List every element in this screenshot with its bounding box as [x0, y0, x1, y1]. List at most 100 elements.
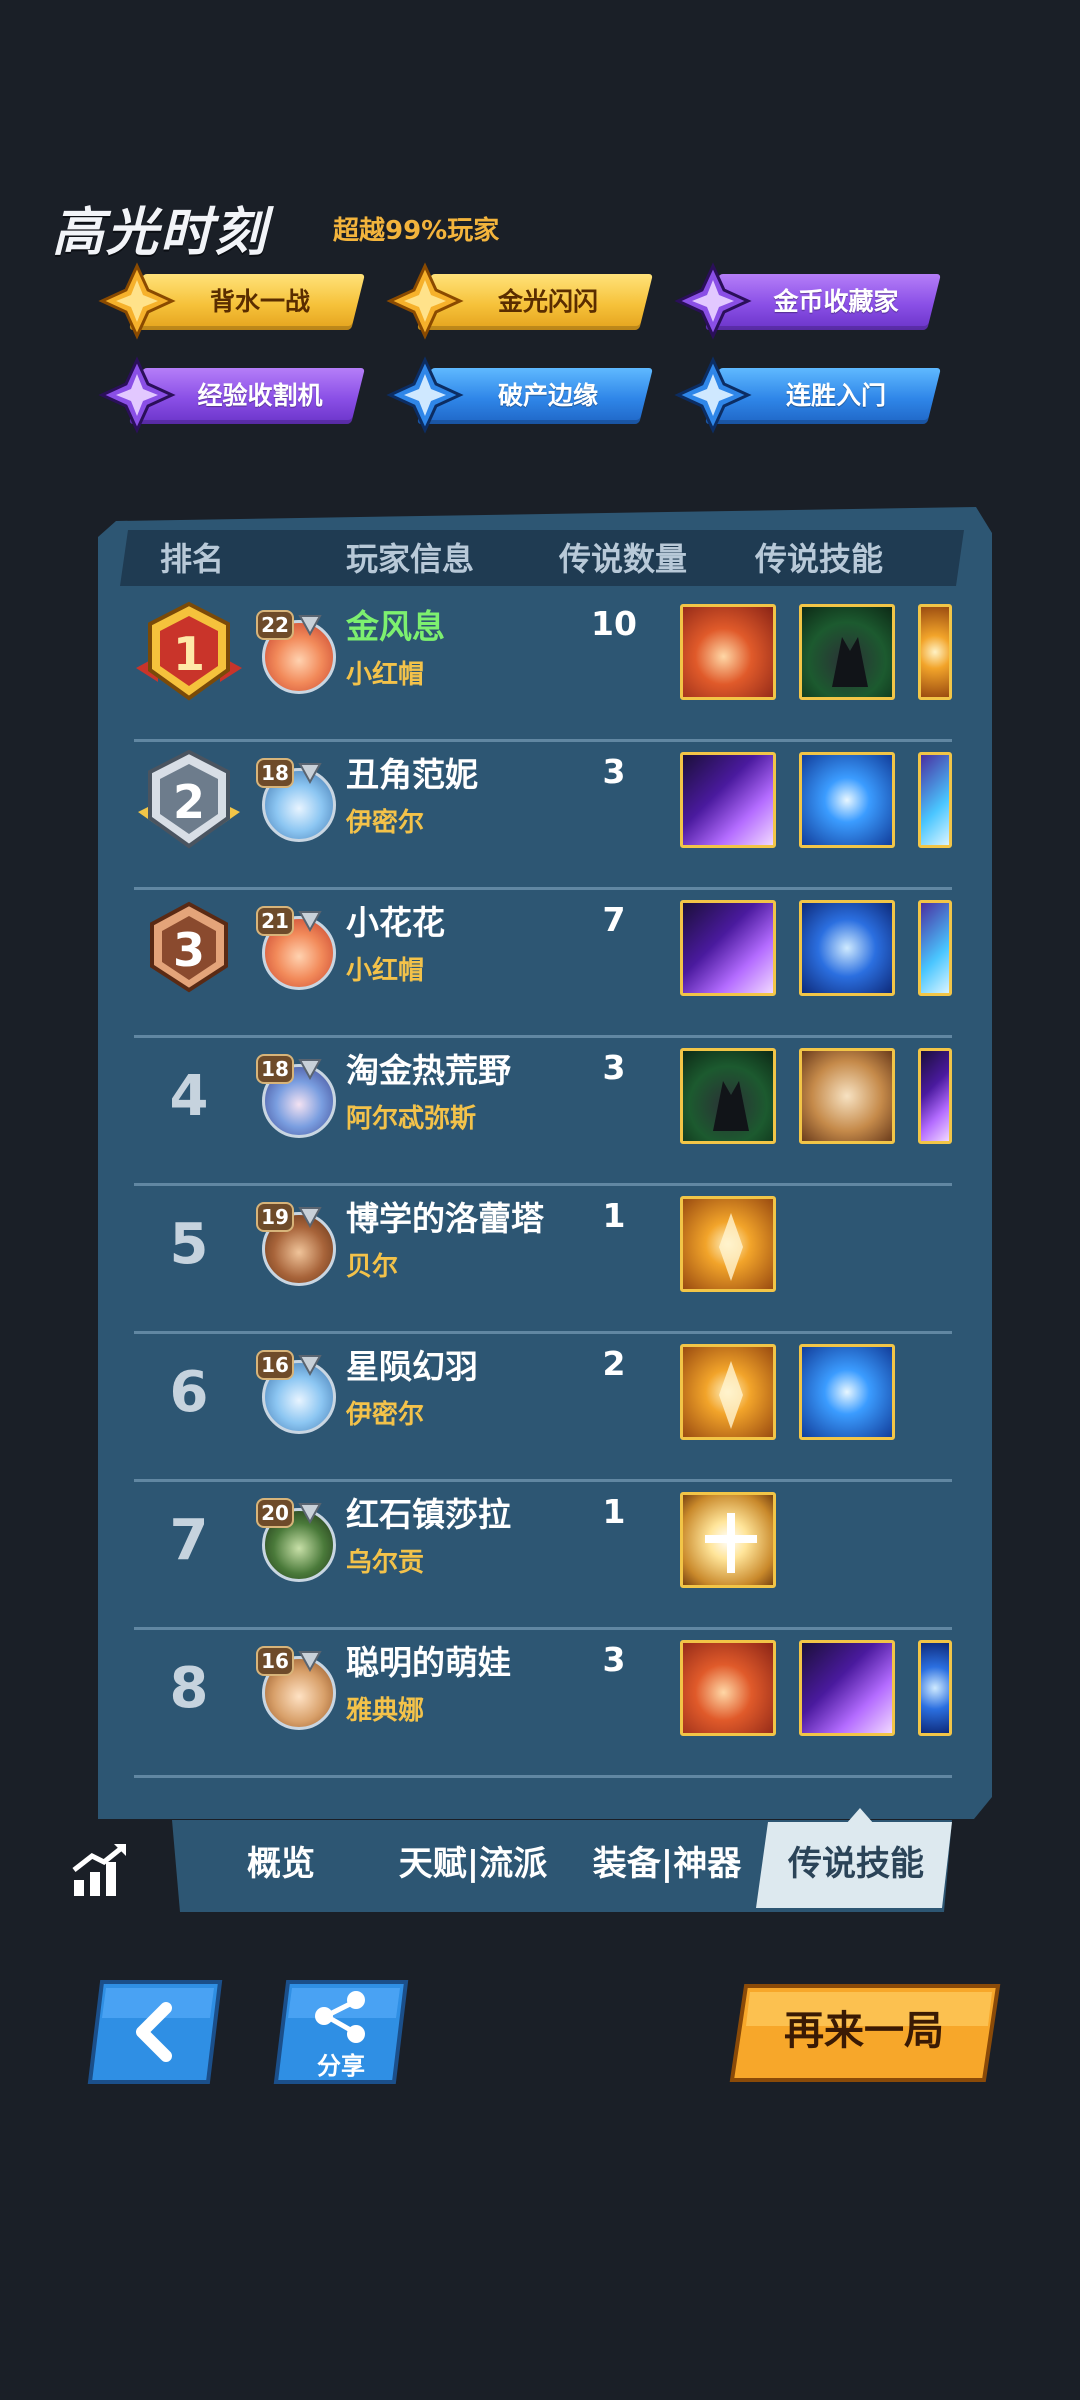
row-divider	[134, 1775, 952, 1778]
rank-chevron-icon	[298, 1503, 322, 1525]
purple-streak-icon[interactable]	[680, 752, 776, 848]
legend-count: 3	[602, 1048, 626, 1087]
purple-streak-icon[interactable]	[680, 900, 776, 996]
hero-name: 阿尔忒弥斯	[346, 1104, 477, 1134]
badge-golden-shine[interactable]: 金光闪闪	[386, 262, 653, 340]
header-player-info: 玩家信息	[345, 540, 474, 578]
rank-chevron-icon	[298, 1207, 322, 1229]
badge-coin-collector[interactable]: 金币收藏家	[674, 262, 941, 340]
legend-count: 2	[602, 1344, 626, 1383]
hero-name: 小红帽	[346, 660, 425, 690]
legend-count: 3	[602, 752, 626, 791]
badge-label: 连胜入门	[785, 381, 886, 410]
badge-label: 金币收藏家	[773, 287, 899, 316]
player-name: 金风息	[346, 607, 445, 646]
tree-shield-icon[interactable]	[799, 1048, 895, 1144]
level-badge: 18	[256, 758, 294, 788]
hero-name: 雅典娜	[346, 1696, 425, 1726]
orange-sword-icon[interactable]	[680, 1640, 776, 1736]
level-badge: 22	[256, 610, 294, 640]
hero-name: 小红帽	[346, 956, 425, 986]
hero-name: 贝尔	[346, 1252, 399, 1282]
svg-text:2: 2	[173, 775, 205, 829]
rank-number: 8	[169, 1656, 209, 1721]
header-legend-count: 传说数量	[558, 540, 687, 578]
player-name: 红石镇莎拉	[346, 1495, 511, 1534]
badge-streak-starter[interactable]: 连胜入门	[674, 356, 941, 434]
amber-compass-icon[interactable]	[680, 1196, 776, 1292]
legend-count: 1	[602, 1196, 626, 1235]
cyan-crystal-icon[interactable]	[918, 900, 952, 996]
blue-swirl-icon[interactable]	[799, 900, 895, 996]
player-name: 博学的洛蕾塔	[346, 1199, 544, 1238]
table-row[interactable]: 1 22 金风息 小红帽 10	[134, 594, 952, 742]
badge-back-to-wall[interactable]: 背水一战	[98, 262, 365, 340]
tab-talent[interactable]: 天赋|流派	[378, 1836, 568, 1892]
table-row[interactable]: 3 21 小花花 小红帽 7	[134, 890, 952, 1038]
blue-compass-icon[interactable]	[799, 752, 895, 848]
player-name: 淘金热荒野	[346, 1051, 511, 1090]
level-badge: 16	[256, 1350, 294, 1380]
share-label: 分享	[317, 2052, 365, 2080]
cyan-crystal-icon[interactable]	[918, 752, 952, 848]
rank-chevron-icon	[298, 763, 322, 785]
tab-indicator-icon	[846, 1808, 874, 1824]
hero-name: 乌尔贡	[346, 1548, 425, 1578]
table-row[interactable]: 7 20 红石镇莎拉 乌尔贡 1	[134, 1482, 952, 1630]
dark-wolf-icon[interactable]	[799, 604, 895, 700]
rank-chevron-icon	[298, 1651, 322, 1673]
svg-text:3: 3	[173, 923, 205, 977]
holy-cross-icon[interactable]	[680, 1492, 776, 1588]
blue-star-icon	[674, 356, 752, 434]
level-badge: 20	[256, 1498, 294, 1528]
rank-number: 5	[169, 1212, 209, 1277]
hero-name: 伊密尔	[346, 808, 425, 838]
rank-number: 7	[169, 1508, 209, 1573]
table-row[interactable]: 2 18 丑角范妮 伊密尔 3	[134, 742, 952, 890]
hero-name: 伊密尔	[346, 1400, 425, 1430]
gold-star-icon	[386, 262, 464, 340]
gold-medal-icon: 1	[136, 601, 242, 701]
tab-overview[interactable]: 概览	[216, 1836, 346, 1892]
badge-label: 金光闪闪	[497, 287, 598, 316]
blue-star-icon	[386, 356, 464, 434]
play-again-label: 再来一局	[784, 2008, 944, 2054]
badge-label: 破产边缘	[497, 381, 598, 410]
table-row[interactable]: 6 16 星陨幻羽 伊密尔 2	[134, 1334, 952, 1482]
badge-label: 经验收割机	[197, 381, 323, 410]
legend-count: 10	[591, 604, 637, 643]
blue-compass-icon[interactable]	[799, 1344, 895, 1440]
table-row[interactable]: 8 16 聪明的萌娃 雅典娜 3	[134, 1630, 952, 1778]
rank-number: 4	[169, 1064, 209, 1129]
player-name: 星陨幻羽	[346, 1347, 478, 1386]
player-name: 小花花	[346, 903, 445, 942]
level-badge: 21	[256, 906, 294, 936]
table-row[interactable]: 4 18 淘金热荒野 阿尔忒弥斯 3	[134, 1038, 952, 1186]
tab-equipment[interactable]: 装备|神器	[580, 1836, 754, 1892]
level-badge: 19	[256, 1202, 294, 1232]
silver-medal-icon: 2	[138, 749, 240, 849]
badge-exp-harvester[interactable]: 经验收割机	[98, 356, 365, 434]
tab-legend-skills[interactable]: 传说技能	[766, 1836, 946, 1892]
gold-star-icon	[98, 262, 176, 340]
bronze-medal-icon: 3	[150, 901, 228, 993]
stats-icon[interactable]	[70, 1840, 130, 1900]
rank-chevron-icon	[298, 1355, 322, 1377]
table-row[interactable]: 5 19 博学的洛蕾塔 贝尔 1	[134, 1186, 952, 1334]
orange-sword-icon[interactable]	[680, 604, 776, 700]
badge-label: 背水一战	[209, 287, 310, 316]
highlights-title: 高光时刻	[52, 203, 269, 263]
legend-count: 7	[602, 900, 626, 939]
header-rank: 排名	[159, 540, 224, 578]
purple-streak-icon[interactable]	[918, 1048, 952, 1144]
amber-compass-icon[interactable]	[918, 604, 952, 700]
highlights-subtitle: 超越99%玩家	[333, 216, 500, 246]
blue-swirl-icon[interactable]	[918, 1640, 952, 1736]
level-badge: 18	[256, 1054, 294, 1084]
back-button[interactable]	[80, 1978, 230, 2086]
header-legend-skills: 传说技能	[754, 540, 883, 578]
badge-bankrupt-edge[interactable]: 破产边缘	[386, 356, 653, 434]
purple-streak-icon[interactable]	[799, 1640, 895, 1736]
dark-wolf-icon[interactable]	[680, 1048, 776, 1144]
amber-compass-icon[interactable]	[680, 1344, 776, 1440]
